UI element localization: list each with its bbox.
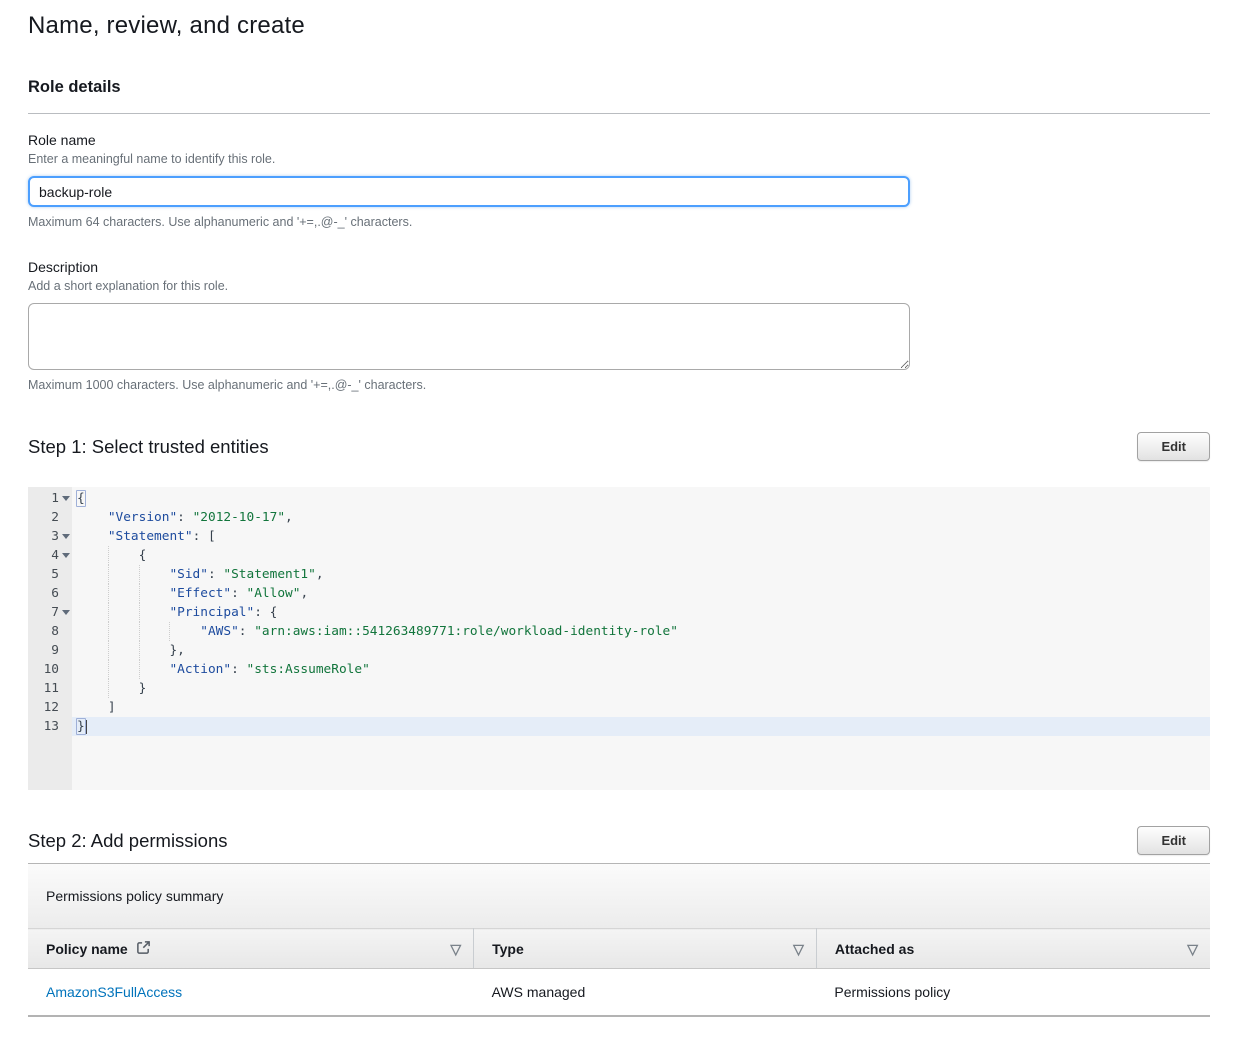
permissions-panel: Permissions policy summary Policy name▽T… (28, 864, 1210, 1017)
code-line[interactable]: 8"AWS": "arn:aws:iam::541263489771:role/… (28, 622, 1210, 641)
code-text[interactable]: ] (72, 698, 1210, 717)
code-text[interactable]: "Version": "2012-10-17", (72, 508, 1210, 527)
line-number: 3 (28, 527, 72, 546)
policy-table: Policy name ▽ Type ▽ Attached as ▽ AmazonS3Fu… (28, 928, 1210, 1017)
description-label: Description (28, 259, 1210, 275)
line-number: 2 (28, 508, 72, 527)
line-number: 1 (28, 489, 72, 508)
column-header-attached-as[interactable]: Attached as ▽ (816, 929, 1210, 969)
filter-triangle-icon[interactable]: ▽ (1187, 942, 1198, 956)
code-line[interactable]: 1{ (28, 489, 1210, 508)
code-line[interactable]: 12] (28, 698, 1210, 717)
role-name-constraint: Maximum 64 characters. Use alphanumeric … (28, 215, 1210, 229)
policy-link[interactable]: AmazonS3FullAccess (46, 984, 182, 1000)
trust-policy-editor[interactable]: 1{2"Version": "2012-10-17",3"Statement":… (28, 487, 1210, 790)
role-name-label: Role name (28, 132, 1210, 148)
fold-arrow-icon[interactable] (62, 553, 70, 558)
code-text[interactable]: "Sid": "Statement1", (72, 565, 1210, 584)
page: Name, review, and create Role details Ro… (0, 0, 1242, 1037)
line-number: 12 (28, 698, 72, 717)
column-header-type[interactable]: Type ▽ (474, 929, 817, 969)
column-label: Attached as (835, 941, 914, 957)
line-number: 8 (28, 622, 72, 641)
line-number: 13 (28, 717, 72, 736)
code-text[interactable]: "Principal": { (72, 603, 1210, 622)
fold-arrow-icon[interactable] (62, 610, 70, 615)
code-text[interactable]: { (72, 546, 1210, 565)
step1-edit-button[interactable]: Edit (1137, 432, 1210, 461)
line-number: 4 (28, 546, 72, 565)
filter-triangle-icon[interactable]: ▽ (793, 942, 804, 956)
table-body: AmazonS3FullAccess AWS managedPermissions… (28, 969, 1210, 1016)
step1-header: Step 1: Select trusted entities Edit (28, 432, 1210, 461)
line-number: 6 (28, 584, 72, 603)
external-link-icon (136, 940, 151, 958)
step2-heading: Step 2: Add permissions (28, 830, 228, 852)
code-line[interactable]: 3"Statement": [ (28, 527, 1210, 546)
role-name-help: Enter a meaningful name to identify this… (28, 152, 1210, 166)
column-label: Policy name (46, 941, 128, 957)
divider (28, 113, 1210, 114)
code-text[interactable]: } (72, 679, 1210, 698)
code-line[interactable]: 13} (28, 717, 1210, 736)
line-number: 5 (28, 565, 72, 584)
cell-attached-as: Permissions policy (816, 969, 1210, 1016)
line-number: 10 (28, 660, 72, 679)
code-text[interactable]: "Statement": [ (72, 527, 1210, 546)
code-line[interactable]: 11} (28, 679, 1210, 698)
page-title: Name, review, and create (28, 10, 1210, 42)
code-line[interactable]: 2"Version": "2012-10-17", (28, 508, 1210, 527)
code-text[interactable]: { (72, 489, 1210, 508)
description-textarea[interactable] (28, 303, 910, 370)
fold-arrow-icon[interactable] (62, 496, 70, 501)
column-label: Type (492, 941, 524, 957)
filter-triangle-icon[interactable]: ▽ (450, 942, 461, 956)
code-text[interactable]: }, (72, 641, 1210, 660)
code-lines: 1{2"Version": "2012-10-17",3"Statement":… (28, 489, 1210, 736)
code-text[interactable]: "AWS": "arn:aws:iam::541263489771:role/w… (72, 622, 1210, 641)
description-constraint: Maximum 1000 characters. Use alphanumeri… (28, 378, 1210, 392)
code-line[interactable]: 5"Sid": "Statement1", (28, 565, 1210, 584)
code-text[interactable]: "Effect": "Allow", (72, 584, 1210, 603)
table-header-row: Policy name ▽ Type ▽ Attached as ▽ (28, 929, 1210, 969)
cell-type: AWS managed (474, 969, 817, 1016)
fold-arrow-icon[interactable] (62, 534, 70, 539)
line-number: 9 (28, 641, 72, 660)
step1-heading: Step 1: Select trusted entities (28, 436, 269, 458)
panel-title: Permissions policy summary (28, 864, 1210, 928)
line-number: 11 (28, 679, 72, 698)
code-text[interactable]: "Action": "sts:AssumeRole" (72, 660, 1210, 679)
table-row: AmazonS3FullAccess AWS managedPermissions… (28, 969, 1210, 1016)
code-line[interactable]: 7"Principal": { (28, 603, 1210, 622)
code-line[interactable]: 10"Action": "sts:AssumeRole" (28, 660, 1210, 679)
step2-header: Step 2: Add permissions Edit (28, 826, 1210, 855)
column-header-policy-name[interactable]: Policy name ▽ (28, 929, 474, 969)
line-number: 7 (28, 603, 72, 622)
role-name-input[interactable] (28, 176, 910, 207)
text-caret (86, 720, 87, 734)
role-details-heading: Role details (28, 78, 1210, 97)
code-line[interactable]: 9}, (28, 641, 1210, 660)
code-line[interactable]: 6"Effect": "Allow", (28, 584, 1210, 603)
code-line[interactable]: 4{ (28, 546, 1210, 565)
code-text[interactable]: } (72, 717, 1210, 736)
step2-edit-button[interactable]: Edit (1137, 826, 1210, 855)
description-help: Add a short explanation for this role. (28, 279, 1210, 293)
